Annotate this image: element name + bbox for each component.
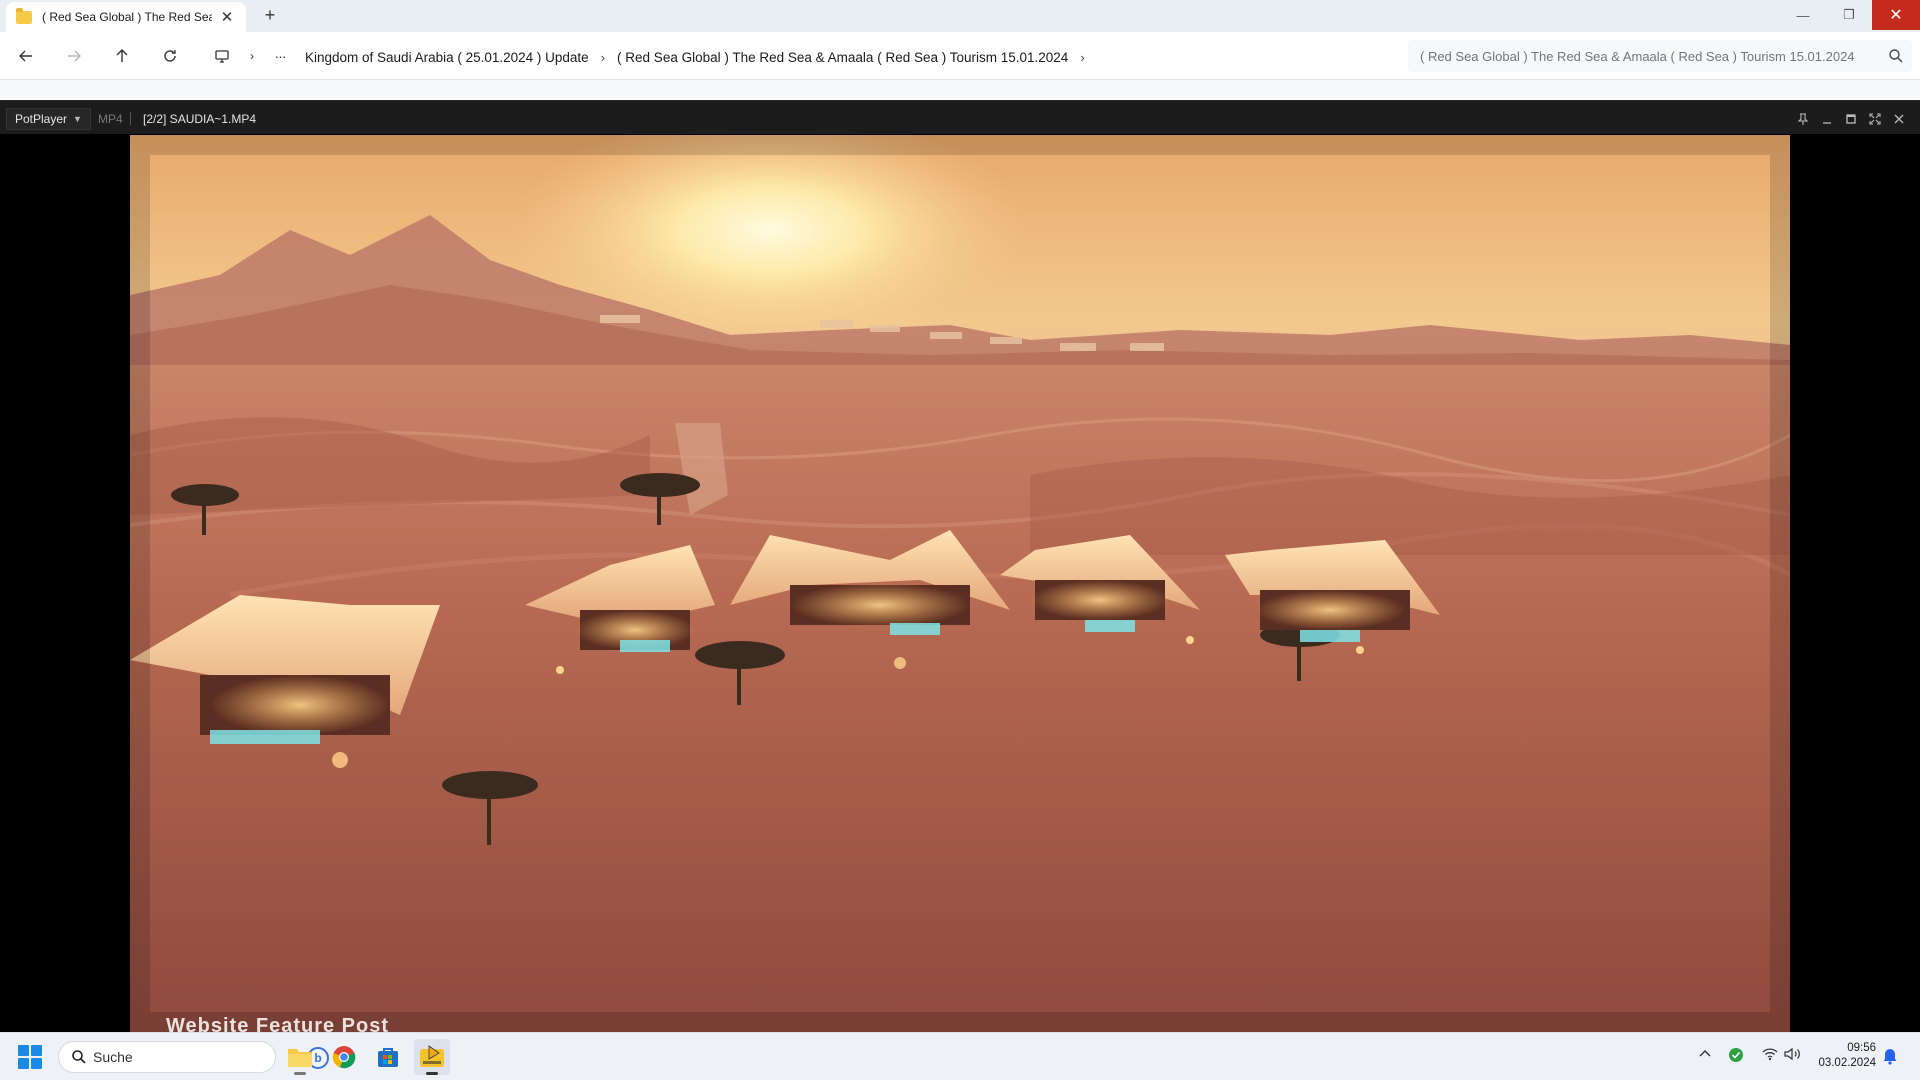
- running-indicator: [294, 1072, 306, 1075]
- taskbar: Suche b 09:56 03.02.2024: [0, 1032, 1920, 1080]
- windows-start-icon[interactable]: [18, 1045, 42, 1069]
- tab-close-icon[interactable]: ✕: [218, 8, 236, 26]
- arrow-right-icon[interactable]: [62, 44, 86, 68]
- system-clock[interactable]: 09:56 03.02.2024: [1810, 1041, 1876, 1071]
- restore-button[interactable]: ❐: [1826, 0, 1872, 30]
- volume-icon[interactable]: [1784, 1047, 1802, 1064]
- running-indicator: [426, 1072, 438, 1075]
- tab-title: ( Red Sea Global ) The Red Sea & Amaala …: [42, 10, 212, 24]
- breadcrumb-item-saudi-arabia[interactable]: Kingdom of Saudi Arabia ( 25.01.2024 ) U…: [305, 50, 589, 65]
- explorer-nav-bar: › ··· Kingdom of Saudi Arabia ( 25.01.20…: [0, 32, 1920, 80]
- chevron-up-icon[interactable]: [1698, 1047, 1712, 1064]
- video-caption: Website Feature Post: [166, 1015, 390, 1032]
- clock-time: 09:56: [1847, 1042, 1876, 1054]
- breadcrumb: Kingdom of Saudi Arabia ( 25.01.2024 ) U…: [305, 47, 1097, 67]
- taskbar-search-label: Suche: [93, 1049, 133, 1065]
- file-explorer-icon[interactable]: [282, 1039, 318, 1075]
- new-tab-button[interactable]: +: [258, 5, 282, 26]
- potplayer-window: PotPlayer ▼ MP4 [2/2] SAUDIA~1.MP4 Websi…: [0, 100, 1920, 1032]
- search-input[interactable]: [1420, 48, 1880, 64]
- ellipsis-icon[interactable]: ···: [268, 44, 292, 68]
- refresh-icon[interactable]: [158, 44, 182, 68]
- chevron-right-icon[interactable]: ›: [601, 50, 605, 65]
- chevron-down-icon: ▼: [73, 114, 82, 124]
- wifi-icon[interactable]: [1762, 1047, 1778, 1064]
- minimize-button[interactable]: —: [1780, 0, 1826, 30]
- arrow-left-icon[interactable]: [14, 44, 38, 68]
- security-shield-icon[interactable]: [1728, 1047, 1744, 1066]
- explorer-title-bar: ( Red Sea Global ) The Red Sea & Amaala …: [0, 0, 1920, 32]
- monitor-icon[interactable]: [210, 44, 234, 68]
- player-maximize-icon[interactable]: [1841, 109, 1861, 129]
- clock-date: 03.02.2024: [1818, 1057, 1876, 1069]
- arrow-up-icon[interactable]: [110, 44, 134, 68]
- file-name: [2/2] SAUDIA~1.MP4: [143, 112, 257, 126]
- potplayer-menu-button[interactable]: PotPlayer ▼: [6, 108, 91, 130]
- explorer-tab[interactable]: ( Red Sea Global ) The Red Sea & Amaala …: [6, 2, 246, 32]
- player-close-icon[interactable]: [1889, 109, 1909, 129]
- explorer-toolbar: [0, 80, 1920, 100]
- app-name: PotPlayer: [15, 112, 68, 126]
- close-window-button[interactable]: ✕: [1872, 0, 1920, 30]
- taskbar-search[interactable]: Suche b: [58, 1041, 329, 1073]
- player-title-bar: PotPlayer ▼ MP4 [2/2] SAUDIA~1.MP4: [0, 100, 1920, 134]
- search-icon[interactable]: [1888, 48, 1904, 64]
- chrome-icon[interactable]: [326, 1039, 362, 1075]
- search-box[interactable]: [1408, 40, 1912, 72]
- breadcrumb-item-red-sea-global[interactable]: ( Red Sea Global ) The Red Sea & Amaala …: [617, 50, 1068, 65]
- folder-icon: [16, 7, 32, 24]
- pin-icon[interactable]: [1793, 109, 1813, 129]
- potplayer-icon[interactable]: [414, 1039, 450, 1075]
- desert-resort-scene: [130, 135, 1790, 1032]
- video-frame[interactable]: Website Feature Post: [130, 135, 1790, 1032]
- player-minimize-icon[interactable]: [1817, 109, 1837, 129]
- fullscreen-icon[interactable]: [1865, 109, 1885, 129]
- store-icon[interactable]: [370, 1039, 406, 1075]
- chevron-right-icon[interactable]: ›: [1080, 50, 1084, 65]
- chevron-right-icon[interactable]: ›: [240, 44, 264, 68]
- divider: [130, 112, 131, 125]
- file-format: MP4: [98, 112, 123, 126]
- search-icon: [72, 1050, 86, 1064]
- notification-bell-icon[interactable]: [1882, 1047, 1900, 1065]
